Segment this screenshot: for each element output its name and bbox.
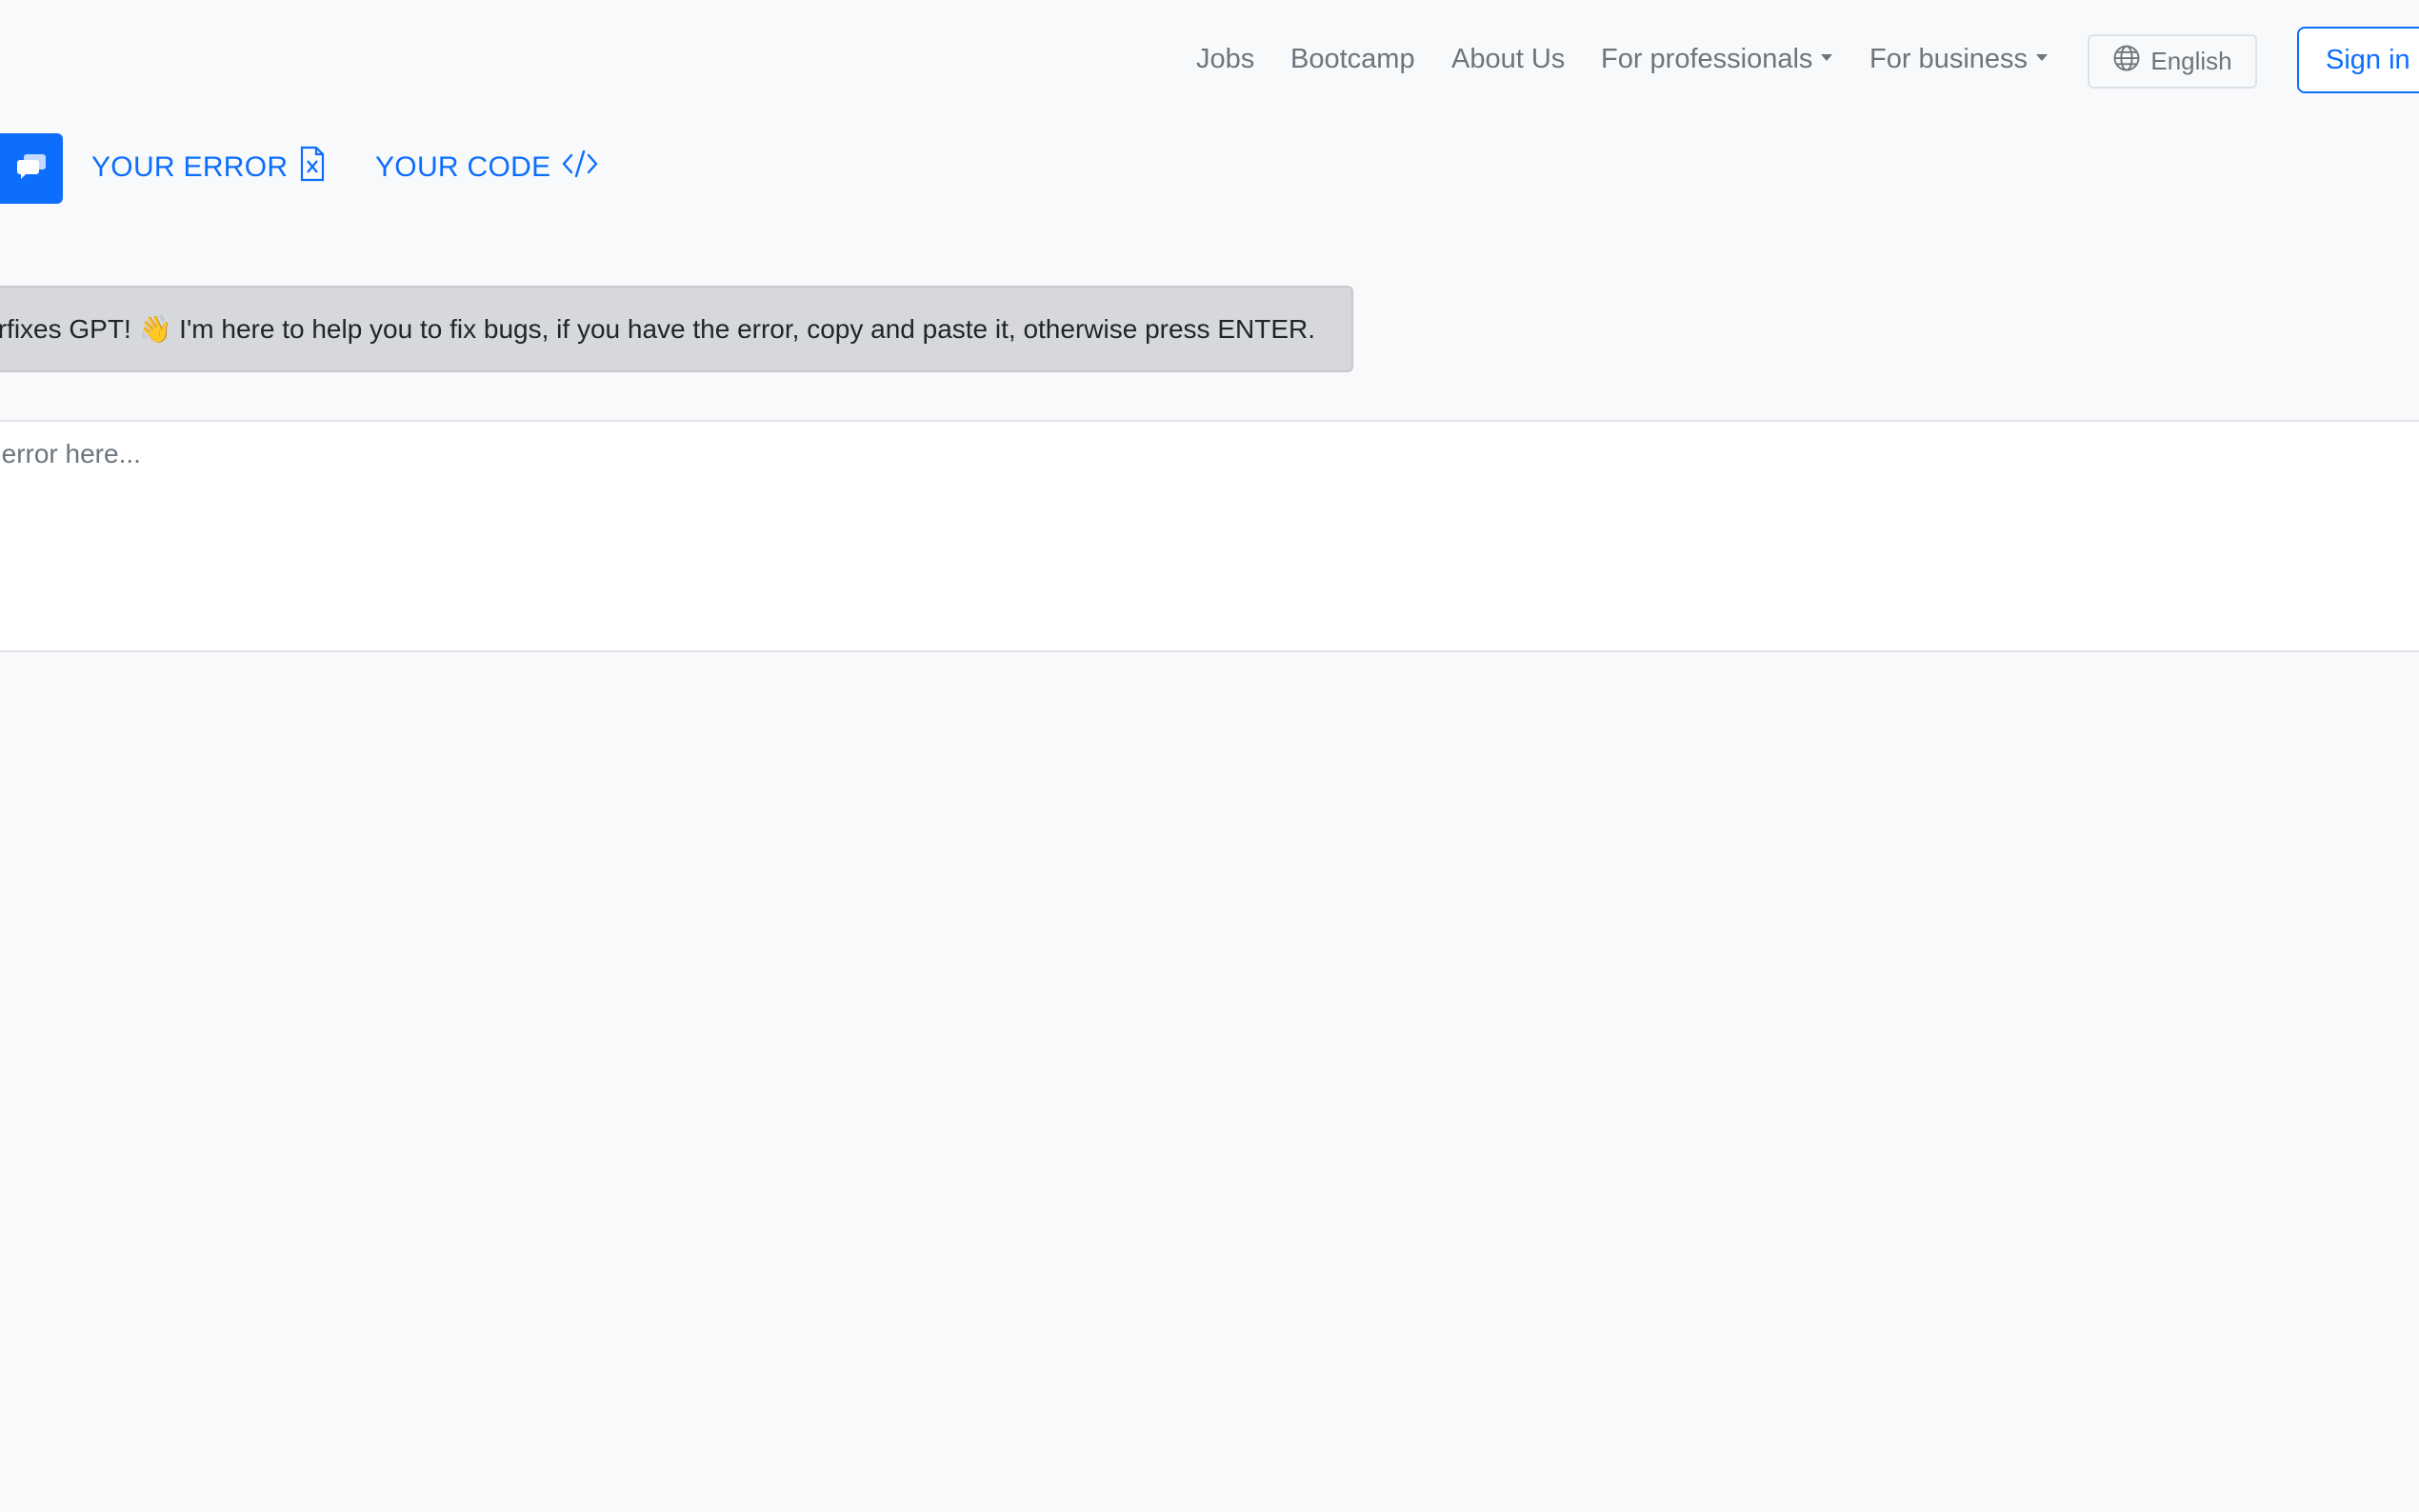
nav-link-about-us[interactable]: About Us [1451,38,1565,80]
chat-bubbles-icon [15,152,48,186]
file-x-icon [299,146,326,189]
nav-dropdown-label: For business [1869,44,2029,74]
code-icon [562,149,598,187]
tab-label: YOUR ERROR [91,151,289,183]
top-navbar: Jobs Bootcamp About Us For professionals… [0,0,2419,105]
language-selector[interactable]: English [2088,34,2257,89]
nav-link-jobs[interactable]: Jobs [1196,38,1254,80]
tab-label: YOUR CODE [375,151,551,183]
tab-your-code[interactable]: YOUR CODE [375,143,598,192]
error-input-container [0,420,2419,652]
nav-dropdown-for-professionals[interactable]: For professionals [1601,38,1833,80]
tab-your-error[interactable]: YOUR ERROR [91,143,326,192]
nav-link-bootcamp[interactable]: Bootcamp [1290,38,1415,80]
caret-down-icon [2036,53,2049,61]
page: Jobs Bootcamp About Us For professionals… [0,0,2419,1512]
nav-dropdown-label: For professionals [1601,44,1813,74]
bot-message-text: Errorfixes GPT! 👋 I'm here to help you t… [0,314,1315,344]
globe-icon [2112,44,2141,79]
language-label: English [2150,47,2232,75]
caret-down-icon [1821,53,1833,61]
nav-dropdown-for-business[interactable]: For business [1869,38,2049,80]
sign-in-button[interactable]: Sign in [2297,27,2419,93]
bot-message-bubble: Errorfixes GPT! 👋 I'm here to help you t… [0,286,1353,372]
tab-chat[interactable] [0,133,63,204]
error-input[interactable] [0,422,2419,650]
